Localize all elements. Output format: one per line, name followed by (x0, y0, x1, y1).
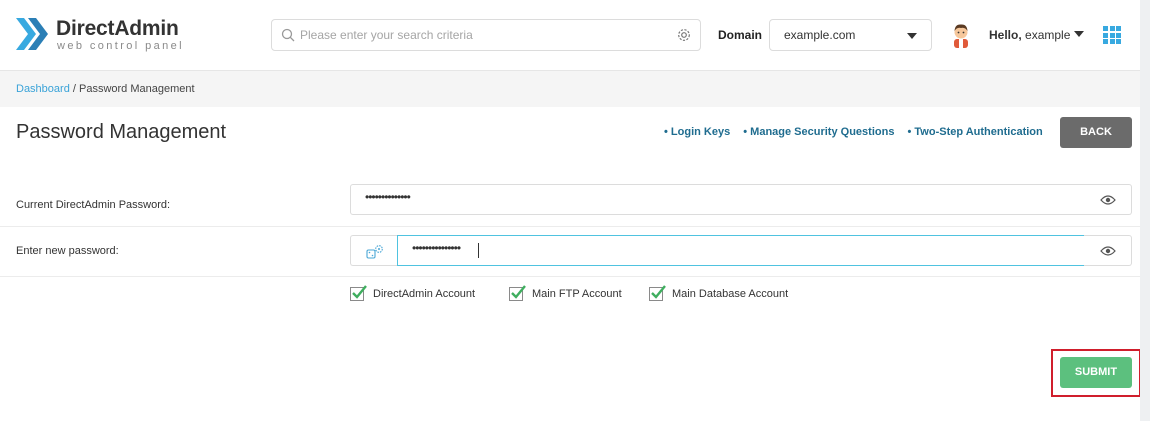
user-menu-chevron-icon[interactable] (1074, 31, 1084, 37)
new-password-input[interactable]: ••••••••••••••• (397, 235, 1085, 266)
generate-password-icon (366, 245, 383, 259)
new-password-row: Enter new password: ••••••••••••••• (0, 227, 1140, 277)
checkbox-box[interactable] (350, 285, 367, 301)
back-button[interactable]: BACK (1060, 117, 1132, 148)
scrollbar-track[interactable] (1140, 0, 1150, 421)
eye-icon (1100, 246, 1116, 256)
breadcrumb-separator: / (69, 83, 79, 95)
brand-name: DirectAdmin (56, 17, 179, 40)
chevron-down-icon (907, 33, 917, 39)
breadcrumb-current: Password Management (79, 83, 195, 95)
current-password-value: •••••••••••••• (365, 190, 411, 204)
breadcrumb-dashboard-link[interactable]: Dashboard (16, 83, 70, 95)
text-cursor (478, 243, 479, 258)
page-title: Password Management (16, 121, 227, 143)
eye-icon (1100, 195, 1116, 205)
checkmark-icon (352, 285, 367, 299)
domain-label: Domain (718, 28, 763, 42)
show-current-password-button[interactable] (1084, 184, 1132, 215)
search-box[interactable] (271, 19, 701, 51)
top-header: DirectAdmin web control panel Domain exa… (0, 0, 1140, 71)
breadcrumb: Dashboard / Password Management (16, 83, 195, 95)
login-keys-link[interactable]: • Login Keys (664, 126, 730, 138)
settings-icon[interactable] (676, 27, 692, 43)
current-password-label: Current DirectAdmin Password: (16, 199, 171, 211)
page-links: • Login Keys • Manage Security Questions… (664, 126, 1053, 138)
checkbox-box[interactable] (509, 285, 526, 301)
checkmark-icon (651, 285, 666, 299)
show-new-password-button[interactable] (1084, 235, 1132, 266)
apps-grid-icon[interactable] (1103, 26, 1121, 44)
logo-icon[interactable] (14, 16, 48, 52)
domain-select[interactable]: example.com (769, 19, 932, 51)
checkbox-label: DirectAdmin Account (373, 288, 476, 300)
generate-password-button[interactable] (350, 235, 398, 266)
checkmark-icon (511, 285, 526, 299)
checkbox-label: Main Database Account (672, 288, 789, 300)
checkbox-label: Main FTP Account (532, 288, 622, 300)
current-password-input[interactable]: •••••••••••••• (350, 184, 1085, 215)
avatar[interactable] (949, 22, 973, 48)
two-step-authentication-link[interactable]: • Two-Step Authentication (908, 126, 1043, 138)
main-panel: Password Management • Login Keys • Manag… (0, 107, 1141, 421)
greeting-prefix: Hello, (989, 28, 1022, 42)
search-input[interactable] (300, 20, 670, 50)
search-icon (281, 28, 295, 42)
username: example (1025, 28, 1071, 42)
new-password-value: ••••••••••••••• (412, 241, 461, 255)
page: DirectAdmin web control panel Domain exa… (0, 0, 1150, 421)
brand-tagline: web control panel (57, 40, 185, 52)
current-password-row: Current DirectAdmin Password: ••••••••••… (0, 183, 1140, 227)
checkbox-box[interactable] (649, 285, 666, 301)
new-password-label: Enter new password: (16, 245, 119, 257)
submit-button[interactable]: SUBMIT (1060, 357, 1132, 388)
user-greeting[interactable]: Hello, example (989, 28, 1070, 42)
domain-value: example.com (784, 28, 856, 42)
manage-security-questions-link[interactable]: • Manage Security Questions (743, 126, 894, 138)
